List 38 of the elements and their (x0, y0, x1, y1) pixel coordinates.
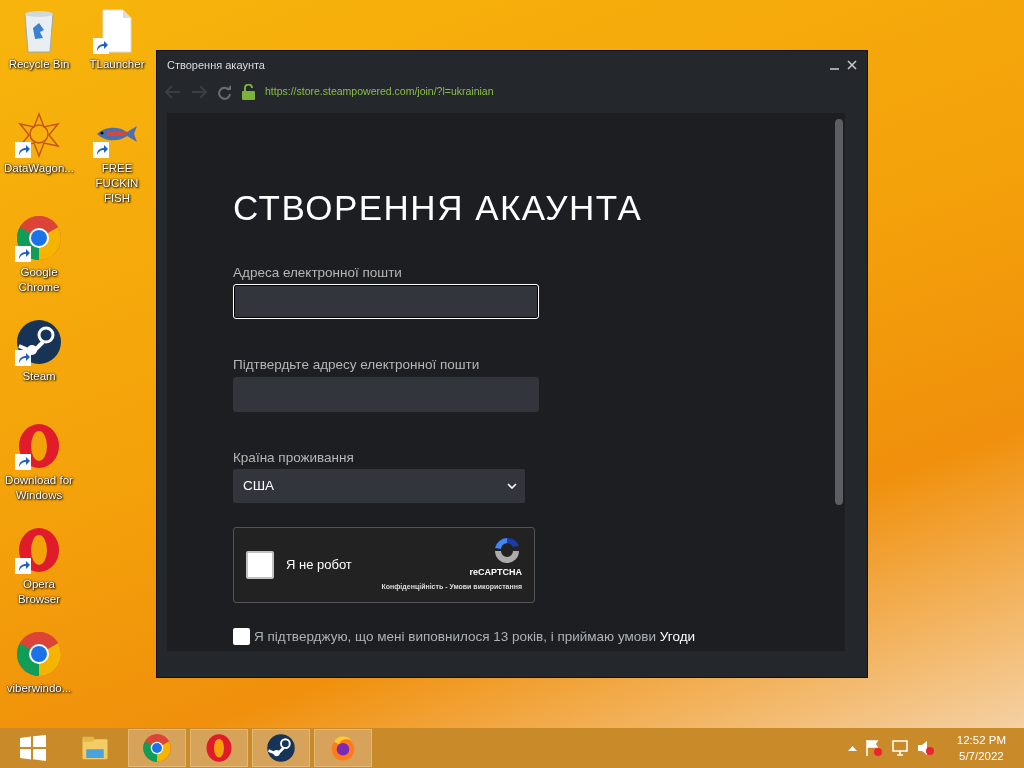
close-icon[interactable] (847, 60, 857, 70)
page-heading: СТВОРЕННЯ АКАУНТА (233, 187, 644, 229)
scrollbar-thumb[interactable] (835, 119, 843, 505)
desktop-icon-label[interactable]: DataWagon... (3, 161, 75, 176)
desktop-icon-label[interactable]: TLauncher (81, 57, 153, 72)
windows-start-icon[interactable] (20, 735, 46, 761)
agreement-text: Я підтверджую, що мені виповнилося 13 років, і приймаю умови Угоди (254, 627, 696, 646)
network-icon[interactable] (890, 739, 909, 757)
recaptcha-logo-icon (492, 535, 522, 566)
desktop-icon-label[interactable]: Google Chrome (3, 265, 75, 295)
url-text[interactable]: https://store.steampowered.com/join/?l=ukrainian (265, 84, 494, 100)
desktop-icon-label[interactable]: viberwindo... (3, 681, 75, 696)
lock-icon (242, 84, 255, 100)
speaker-icon[interactable] (916, 739, 935, 757)
window-title: Створення акаунта (167, 57, 265, 73)
input-field[interactable] (233, 376, 539, 412)
field-label: Підтвердьте адресу електронної пошти (233, 356, 481, 375)
clock[interactable]: 12:52 PM 5/7/2022 (956, 732, 1006, 764)
opera-icon (204, 733, 234, 763)
recaptcha-brand: reCAPTCHA (469, 565, 522, 579)
desktop-icon-label[interactable]: Recycle Bin (3, 57, 75, 72)
flag-icon[interactable] (864, 739, 883, 757)
desktop-icon-label[interactable]: FREE FUCKIN FISH (81, 161, 153, 206)
captcha-label: Я не робот (286, 556, 352, 574)
field-label: Адреса електронної пошти (233, 264, 403, 282)
desktop-icon-label[interactable]: Download for Windows (3, 473, 75, 503)
chrome-icon (142, 733, 172, 763)
steam-icon (266, 733, 296, 763)
country-select[interactable]: США (233, 468, 525, 503)
caret-up-icon[interactable] (847, 745, 857, 751)
desktop-icon-label[interactable]: Opera Browser (3, 577, 75, 607)
captcha-checkbox[interactable] (246, 550, 274, 579)
reload-icon[interactable] (217, 84, 232, 100)
agreement-checkbox[interactable] (233, 628, 250, 646)
desktop-icon-label[interactable]: Steam (3, 369, 75, 384)
chevron-down-icon (507, 482, 517, 489)
taskbar-button[interactable] (252, 729, 310, 767)
field-label: Країна проживання (233, 448, 355, 467)
